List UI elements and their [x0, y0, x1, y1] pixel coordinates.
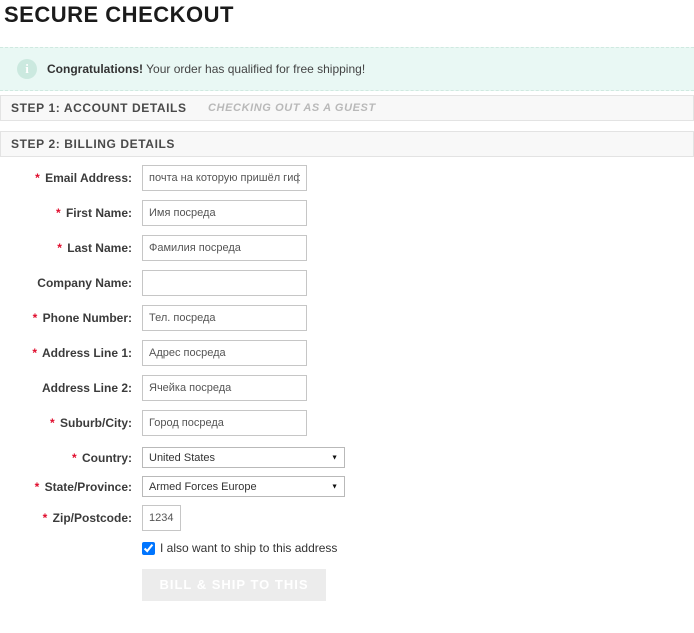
step1-label: STEP 1: ACCOUNT DETAILS	[11, 101, 187, 115]
address-line-1-input[interactable]	[142, 340, 307, 366]
billing-details-form: * Email Address: * First Name: * Last Na…	[0, 157, 694, 626]
field-label: * State/Province:	[0, 480, 132, 494]
last-name-input[interactable]	[142, 235, 307, 261]
free-shipping-banner: i Congratulations! Your order has qualif…	[0, 47, 694, 91]
required-asterisk: *	[33, 311, 38, 325]
first-name-input[interactable]	[142, 200, 307, 226]
ship-to-address-checkbox[interactable]	[142, 542, 155, 555]
page-title: SECURE CHECKOUT	[0, 0, 694, 27]
field-label: * Last Name:	[0, 241, 132, 255]
field-row-company-name: * Company Name:	[0, 270, 694, 296]
required-asterisk: *	[72, 451, 77, 465]
ship-to-address-row: I also want to ship to this address	[142, 541, 694, 555]
banner-text: Congratulations! Your order has qualifie…	[47, 62, 365, 76]
banner-bold-text: Congratulations!	[47, 62, 143, 76]
field-control: Armed Forces Europe▼	[142, 476, 345, 497]
step2-label: STEP 2: BILLING DETAILS	[11, 137, 175, 151]
banner-message: Your order has qualified for free shippi…	[146, 62, 365, 76]
field-control	[142, 410, 307, 436]
required-asterisk: *	[50, 416, 55, 430]
required-asterisk: *	[56, 206, 61, 220]
checkout-page: SECURE CHECKOUT i Congratulations! Your …	[0, 0, 694, 600]
field-label: * Phone Number:	[0, 311, 132, 325]
field-control	[142, 200, 307, 226]
field-label: * Zip/Postcode:	[0, 511, 132, 525]
company-name-input[interactable]	[142, 270, 307, 296]
phone-number-input[interactable]	[142, 305, 307, 331]
zip-postcode-input[interactable]	[142, 505, 181, 531]
field-row-address-line-1: * Address Line 1:	[0, 340, 694, 366]
email-address-input[interactable]	[142, 165, 307, 191]
field-control	[142, 375, 307, 401]
field-row-zip-postcode: * Zip/Postcode:	[0, 505, 694, 531]
field-label: * First Name:	[0, 206, 132, 220]
field-label: * Address Line 1:	[0, 346, 132, 360]
field-row-suburb-city: * Suburb/City:	[0, 410, 694, 436]
required-asterisk: *	[57, 241, 62, 255]
field-control	[142, 305, 307, 331]
fields-container: * Email Address: * First Name: * Last Na…	[0, 165, 694, 531]
required-asterisk: *	[35, 171, 40, 185]
field-label: * Suburb/City:	[0, 416, 132, 430]
info-icon: i	[17, 59, 37, 79]
country-select-wrap: United States▼	[142, 447, 345, 468]
field-row-last-name: * Last Name:	[0, 235, 694, 261]
address-line-2-input[interactable]	[142, 375, 307, 401]
state-province-select-wrap: Armed Forces Europe▼	[142, 476, 345, 497]
field-control	[142, 165, 307, 191]
field-control	[142, 340, 307, 366]
step2-header[interactable]: STEP 2: BILLING DETAILS	[0, 131, 694, 157]
required-asterisk: *	[35, 480, 40, 494]
field-control	[142, 505, 181, 531]
ship-to-address-label: I also want to ship to this address	[160, 541, 337, 555]
field-control	[142, 270, 307, 296]
field-row-first-name: * First Name:	[0, 200, 694, 226]
step1-guest-note: CHECKING OUT AS A GUEST	[208, 102, 376, 114]
bill-and-ship-button[interactable]: BILL & SHIP TO THIS ADDRESS	[142, 569, 326, 601]
field-row-address-line-2: * Address Line 2:	[0, 375, 694, 401]
step1-header[interactable]: STEP 1: ACCOUNT DETAILS CHECKING OUT AS …	[0, 95, 694, 121]
field-label: * Email Address:	[0, 171, 132, 185]
field-label: * Company Name:	[0, 276, 132, 290]
field-row-country: * Country: United States▼	[0, 447, 694, 468]
field-label: * Address Line 2:	[0, 381, 132, 395]
country-select[interactable]: United States	[142, 447, 345, 468]
field-control: United States▼	[142, 447, 345, 468]
required-asterisk: *	[32, 346, 37, 360]
field-row-state-province: * State/Province: Armed Forces Europe▼	[0, 476, 694, 497]
field-row-phone-number: * Phone Number:	[0, 305, 694, 331]
required-asterisk: *	[43, 511, 48, 525]
field-label: * Country:	[0, 451, 132, 465]
state-province-select[interactable]: Armed Forces Europe	[142, 476, 345, 497]
field-control	[142, 235, 307, 261]
field-row-email-address: * Email Address:	[0, 165, 694, 191]
suburb-city-input[interactable]	[142, 410, 307, 436]
